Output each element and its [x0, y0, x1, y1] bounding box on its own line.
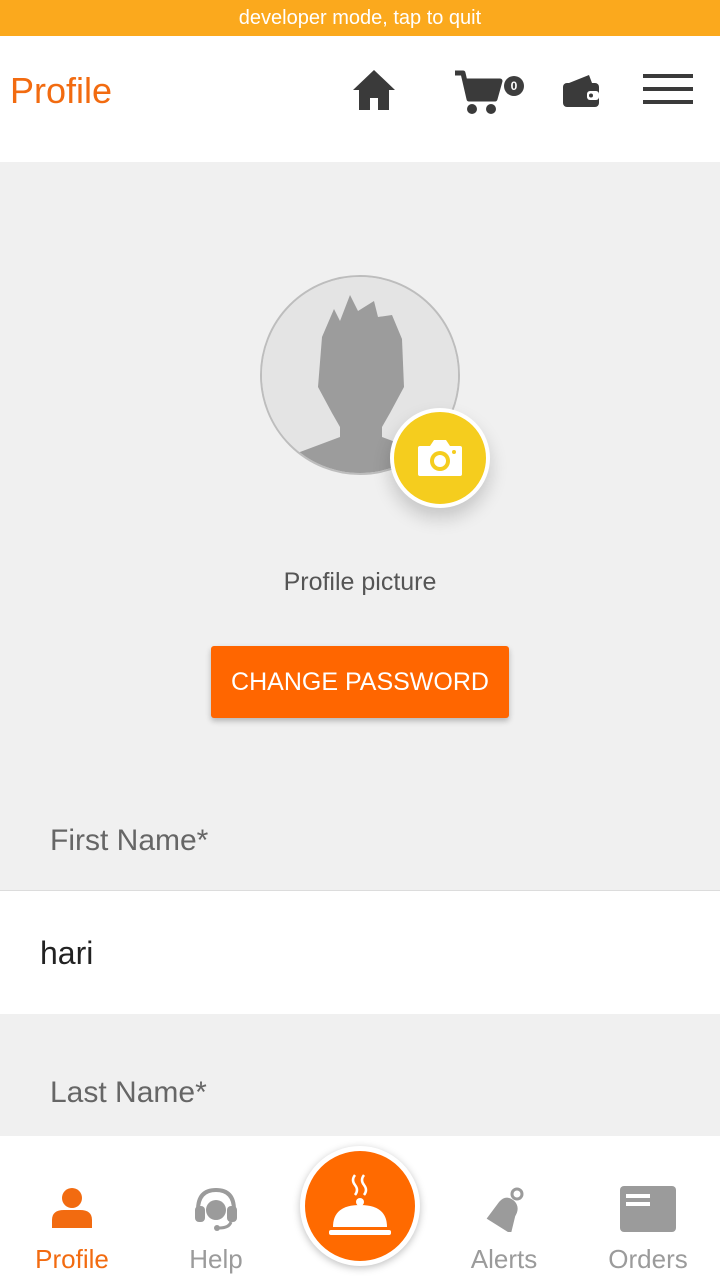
developer-mode-text: developer mode, tap to quit [238, 6, 482, 29]
nav-label-alerts: Alerts [470, 1244, 538, 1274]
first-name-field[interactable]: hari [0, 890, 720, 1014]
nav-item-profile[interactable]: Profile [0, 1136, 144, 1280]
first-name-label: First Name* [50, 824, 209, 857]
camera-icon [418, 440, 462, 476]
developer-mode-banner[interactable]: developer mode, tap to quit [0, 0, 720, 36]
orders-icon [620, 1186, 676, 1232]
person-icon [52, 1188, 92, 1228]
nav-item-orders[interactable]: Orders [576, 1136, 720, 1280]
change-photo-button[interactable] [390, 408, 490, 508]
menu-icon[interactable] [642, 70, 694, 108]
profile-picture-label: Profile picture [283, 568, 437, 596]
last-name-label: Last Name* [50, 1076, 207, 1109]
nav-item-help[interactable]: Help [144, 1136, 288, 1280]
home-icon[interactable] [350, 64, 398, 116]
order-food-button[interactable] [300, 1146, 420, 1266]
nav-label-orders: Orders [608, 1244, 688, 1274]
first-name-value: hari [40, 935, 94, 971]
food-cloche-icon [329, 1174, 391, 1235]
nav-label-help: Help [189, 1244, 243, 1274]
cart-count-badge: 0 [504, 76, 524, 96]
wallet-icon[interactable] [560, 70, 602, 112]
headset-icon [195, 1187, 237, 1231]
cart-icon[interactable] [450, 66, 506, 120]
change-password-button[interactable]: CHANGE PASSWORD [211, 646, 509, 718]
nav-item-alerts[interactable]: Alerts [432, 1136, 576, 1280]
page-title: Profile [10, 70, 113, 111]
profile-content: Profile picture CHANGE PASSWORD First Na… [0, 162, 720, 1136]
bell-icon [486, 1187, 524, 1232]
nav-label-profile: Profile [35, 1244, 109, 1274]
app-bar: Profile 0 [0, 36, 720, 162]
